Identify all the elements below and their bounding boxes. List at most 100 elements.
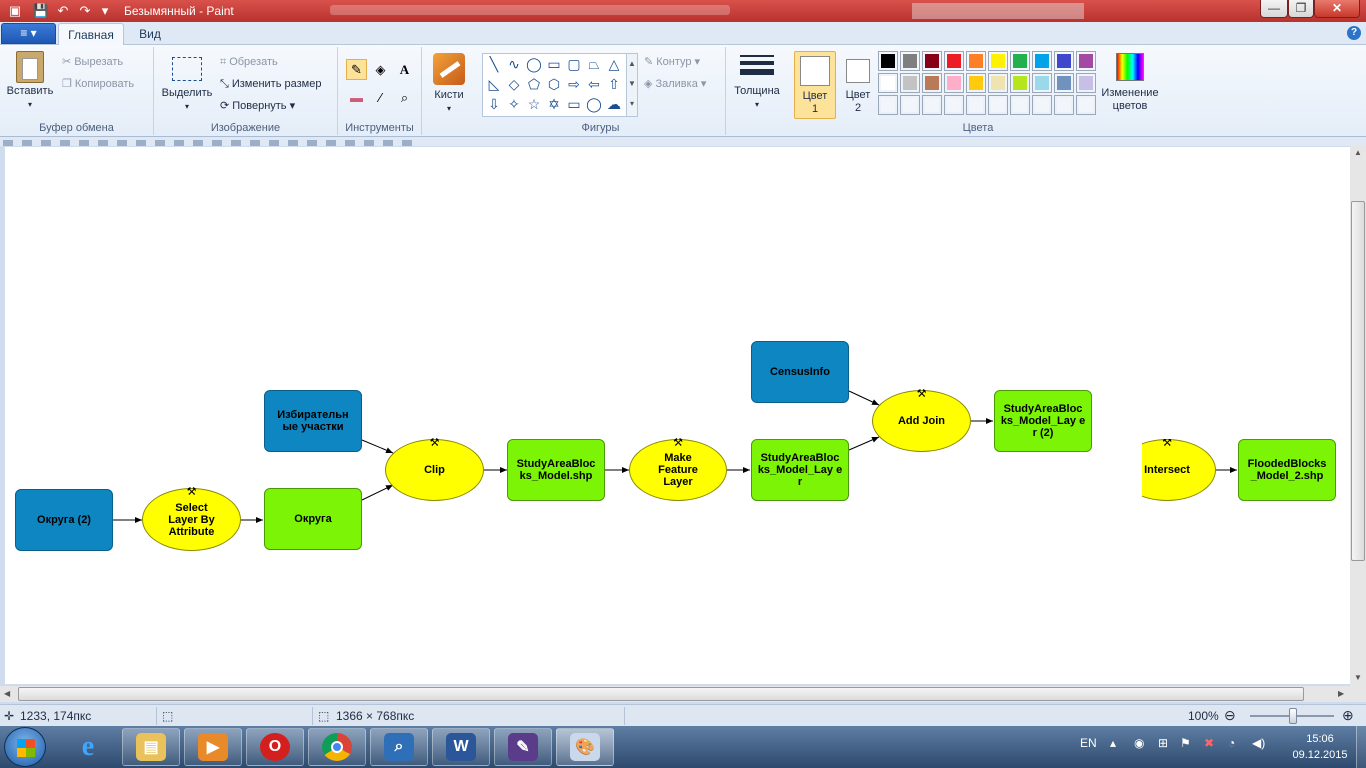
hexagon-shape-icon[interactable]: ⬡ <box>545 75 563 93</box>
polygon-shape-icon[interactable]: ⏢ <box>585 55 603 73</box>
zoom-slider[interactable] <box>1289 708 1297 724</box>
six-point-star-shape-icon[interactable]: ✡ <box>545 95 563 113</box>
color-swatch[interactable] <box>988 51 1008 71</box>
undo-icon[interactable]: ↶ <box>54 2 72 20</box>
oval-shape-icon[interactable]: ◯ <box>525 55 543 73</box>
scroll-left-icon[interactable]: ◀ <box>4 689 10 698</box>
up-arrow-shape-icon[interactable]: ⇧ <box>605 75 623 93</box>
volume-icon[interactable]: ◀) <box>1252 736 1265 750</box>
help-icon[interactable]: ? <box>1347 26 1361 40</box>
color-swatch[interactable] <box>966 51 986 71</box>
rectangle-shape-icon[interactable]: ▭ <box>545 55 563 73</box>
show-desktop-button[interactable] <box>1356 726 1366 768</box>
color-swatch[interactable] <box>1054 95 1074 115</box>
color1-button[interactable]: Цвет 1 <box>794 51 836 119</box>
horizontal-scroll-thumb[interactable] <box>18 687 1304 701</box>
action-center-flag-icon[interactable]: ⚑ <box>1180 736 1191 750</box>
size-button[interactable]: Толщина ▾ <box>730 53 784 111</box>
color-swatch[interactable] <box>878 73 898 93</box>
shapes-gallery-scroll[interactable]: ▲ ▼ ▾ <box>626 53 638 117</box>
minimize-button[interactable]: — <box>1260 0 1288 18</box>
node-make-feature-layer[interactable]: ⚒ Make Feature Layer <box>629 437 727 501</box>
color-swatch[interactable] <box>988 73 1008 93</box>
oval-callout-shape-icon[interactable]: ◯ <box>585 95 603 113</box>
close-button[interactable]: ✕ <box>1314 0 1360 18</box>
fill-button[interactable]: ◈ Заливка ▾ <box>644 75 706 93</box>
scroll-up-icon[interactable]: ▲ <box>1354 148 1362 157</box>
zoom-out-button[interactable]: ⊖ <box>1224 707 1236 724</box>
eraser-tool[interactable]: ▬ <box>346 87 367 108</box>
node-okruga-2[interactable]: Округа (2) <box>15 489 113 551</box>
language-indicator[interactable]: EN <box>1080 736 1097 750</box>
horizontal-scrollbar[interactable]: ◀ ▶ <box>0 686 1350 702</box>
right-arrow-shape-icon[interactable]: ⇨ <box>565 75 583 93</box>
color-swatch[interactable] <box>1010 95 1030 115</box>
shapes-gallery[interactable]: ╲ ∿ ◯ ▭ ▢ ⏢ △ ◺ ◇ ⬠ ⬡ ⇨ ⇦ ⇧ ⇩ ✧ ☆ ✡ ▭ ◯ <box>482 53 632 117</box>
paint-app-icon[interactable]: ▣ <box>6 2 24 20</box>
taskbar-paint[interactable]: 🎨 <box>556 728 614 766</box>
edit-colors-button[interactable]: Изменение цветов <box>1098 51 1162 113</box>
fill-tool[interactable]: ◈ <box>370 59 391 80</box>
color-swatch[interactable] <box>944 51 964 71</box>
color-swatch[interactable] <box>922 73 942 93</box>
file-menu-button[interactable]: ≡ ▾ <box>1 23 56 44</box>
paste-button[interactable]: Вставить ▾ <box>4 51 56 111</box>
network-error-icon[interactable]: ✖ <box>1204 736 1214 750</box>
color-swatch[interactable] <box>1054 51 1074 71</box>
wifi-icon[interactable]: ◔ <box>1228 736 1235 750</box>
tab-view[interactable]: Вид <box>128 23 172 46</box>
triangle-shape-icon[interactable]: △ <box>605 55 623 73</box>
color-swatch[interactable] <box>1032 95 1052 115</box>
color-swatch[interactable] <box>1076 73 1096 93</box>
node-studyarea-layer-2[interactable]: StudyAreaBloc ks_Model_Lay er (2) <box>994 390 1092 452</box>
left-arrow-shape-icon[interactable]: ⇦ <box>585 75 603 93</box>
color-swatch[interactable] <box>1010 73 1030 93</box>
node-izbiratelnye-uchastki[interactable]: Избирательн ые участки <box>264 390 362 452</box>
color-swatch[interactable] <box>988 95 1008 115</box>
taskbar-opera[interactable]: O <box>246 728 304 766</box>
vertical-scroll-thumb[interactable] <box>1351 201 1365 561</box>
select-button[interactable]: Выделить ▾ <box>158 53 216 113</box>
scroll-down-icon[interactable]: ▼ <box>1354 673 1362 682</box>
color-swatch[interactable] <box>966 95 986 115</box>
node-select-layer-by-attribute[interactable]: ⚒ Select Layer By Attribute <box>142 486 241 551</box>
taskbar-word[interactable]: W <box>432 728 490 766</box>
taskbar-chrome[interactable] <box>308 728 366 766</box>
pentagon-shape-icon[interactable]: ⬠ <box>525 75 543 93</box>
taskbar-pen-tool[interactable]: ✎ <box>494 728 552 766</box>
start-button[interactable] <box>4 727 46 767</box>
color2-button[interactable]: Цвет 2 <box>840 51 876 115</box>
color-picker-tool[interactable]: ⁄ <box>370 87 391 108</box>
pencil-tool[interactable]: ✎ <box>346 59 367 80</box>
color-swatch[interactable] <box>944 95 964 115</box>
tab-home[interactable]: Главная <box>58 23 124 46</box>
color-swatch[interactable] <box>1076 95 1096 115</box>
color-swatch[interactable] <box>900 51 920 71</box>
node-okruga[interactable]: Округа <box>264 488 362 550</box>
crop-button[interactable]: ⌗ Обрезать <box>220 53 278 71</box>
outline-button[interactable]: ✎ Контур ▾ <box>644 53 700 71</box>
color-swatch[interactable] <box>878 51 898 71</box>
maximize-button[interactable]: ❐ <box>1288 0 1314 18</box>
magnifier-tool[interactable]: ⌕ <box>394 87 415 108</box>
ie-icon[interactable]: e <box>70 732 106 762</box>
scroll-right-icon[interactable]: ▶ <box>1338 689 1344 698</box>
text-tool[interactable]: A <box>394 59 415 80</box>
drawing-canvas[interactable]: Округа (2) ⚒ Select Layer By Attribute Ок… <box>5 147 1350 684</box>
taskbar-media-player[interactable]: ▶ <box>184 728 242 766</box>
node-add-join[interactable]: ⚒ Add Join <box>872 388 971 452</box>
color-swatch[interactable] <box>922 95 942 115</box>
color-swatch[interactable] <box>1032 73 1052 93</box>
color-swatch[interactable] <box>944 73 964 93</box>
node-intersect[interactable]: ⚒ Intersect <box>1142 439 1216 501</box>
color-swatch[interactable] <box>1054 73 1074 93</box>
line-shape-icon[interactable]: ╲ <box>485 55 503 73</box>
brushes-button[interactable]: Кисти ▾ <box>426 53 472 115</box>
curve-shape-icon[interactable]: ∿ <box>505 55 523 73</box>
color-swatch[interactable] <box>900 73 920 93</box>
quick-access-dropdown-icon[interactable]: ▾ <box>96 2 114 20</box>
node-censusinfo[interactable]: CensusInfo <box>751 341 849 403</box>
network-globe-icon[interactable]: ◉ <box>1134 736 1144 750</box>
redo-icon[interactable]: ↷ <box>76 2 94 20</box>
windows-flag-icon[interactable]: ⊞ <box>1158 736 1168 750</box>
